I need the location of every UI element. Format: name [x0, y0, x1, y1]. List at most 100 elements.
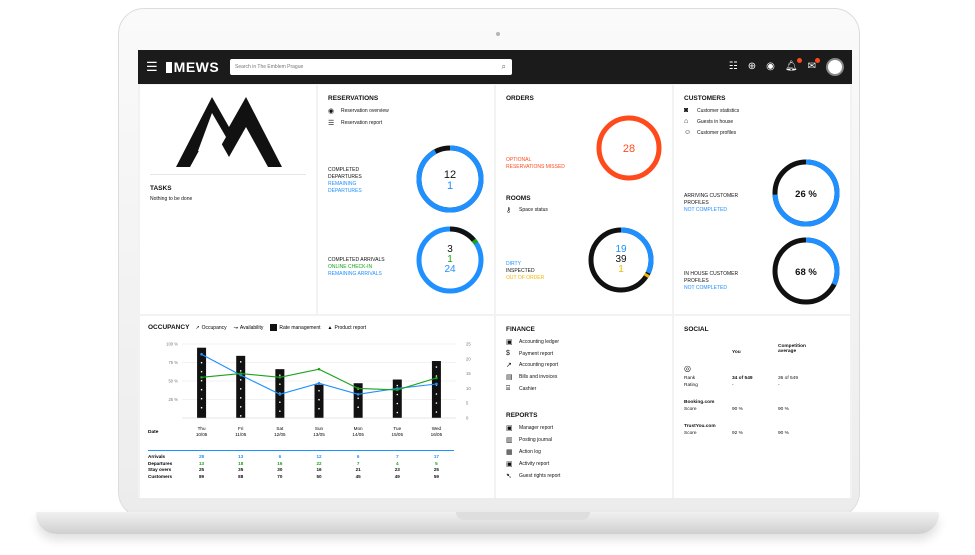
bar-dot	[239, 406, 242, 408]
rank-you: 34 of 549	[732, 376, 753, 381]
finance-title: FINANCE	[506, 326, 535, 333]
guests-in-house-link[interactable]: ⌂ Guests in house	[684, 118, 739, 125]
date-column: Wed 16/05	[423, 426, 449, 438]
online-checkin-label: ONLINE CHECK-IN	[328, 264, 373, 270]
customer-statistics-link[interactable]: ◙ Customer statistics	[684, 107, 739, 114]
accounting-report-link[interactable]: ↗ Accounting report	[506, 361, 559, 369]
notification-badge	[796, 58, 802, 63]
right-tick-label: 5	[466, 401, 469, 406]
date-value: 11/05	[235, 432, 247, 437]
date-column: Tue 15/05	[384, 426, 410, 438]
search-input[interactable]: Search in The Emblem Prague ⌕	[230, 59, 512, 75]
completed-departures-label: COMPLETED DEPARTURES	[328, 167, 362, 180]
table-cell: 25	[199, 467, 205, 472]
rank-label: Rank	[684, 376, 696, 381]
top-bar: ☰ MEWS Search in The Emblem Prague ⌕ ☷ ⊕…	[138, 50, 852, 84]
list-icon[interactable]: ☷	[729, 59, 738, 75]
link-label: Reservation report	[341, 120, 383, 126]
bar-dot	[279, 383, 281, 385]
table-cell: 7	[356, 460, 360, 466]
eye-icon[interactable]: ◉	[766, 59, 775, 75]
inhouse-profiles-label: IN HOUSE CUSTOMER PROFILES	[684, 271, 739, 284]
date-column: Sat 12/05	[267, 426, 293, 438]
manager-report-link[interactable]: ▣ Manager report	[506, 424, 560, 432]
arriving-profiles-label: ARRIVING CUSTOMER PROFILES	[684, 193, 739, 206]
activity-report-link[interactable]: ▣ Activity report	[506, 460, 560, 468]
customers-title: CUSTOMERS	[684, 95, 726, 102]
bar-dot	[435, 393, 438, 395]
line-point	[435, 376, 438, 380]
payment-report-link[interactable]: $ Payment report	[506, 350, 559, 357]
dollar-icon: $	[506, 350, 510, 357]
accounting-ledger-link[interactable]: ▣ Accounting ledger	[506, 338, 559, 346]
customer-profiles-link[interactable]: ☺ Customer profiles	[684, 129, 739, 136]
reservation-overview-link[interactable]: ◉ Reservation overview	[328, 107, 389, 115]
message-icon[interactable]: ✉	[808, 58, 820, 75]
table-cell: 21	[355, 467, 361, 472]
table-cell: 12	[316, 454, 322, 459]
bar-dot	[396, 411, 399, 414]
tripadvisor-icon: ◎	[684, 364, 691, 373]
date-column: Fri 11/05	[228, 426, 254, 438]
date-value: 10/05	[195, 432, 208, 437]
tab-occupancy[interactable]: ↗ Occupancy	[195, 325, 226, 331]
bar-dot	[239, 397, 242, 399]
posting-journal-link[interactable]: ▥ Posting journal	[506, 436, 560, 444]
y-tick-label: 100 %	[166, 342, 178, 347]
app-screen: ☰ MEWS Search in The Emblem Prague ⌕ ☷ ⊕…	[138, 50, 852, 498]
reservations-missed-label: RESERVATIONS MISSED	[506, 164, 565, 170]
table-cell: 59	[433, 473, 439, 479]
guest-rights-report-link[interactable]: ➷ Guest rights report	[506, 472, 560, 480]
arriving-value: 26 %	[795, 189, 817, 200]
ledger-icon: ▣	[506, 339, 513, 346]
bar-dot	[200, 397, 203, 400]
table-cell: 6	[356, 454, 360, 459]
logo-text: MEWS	[173, 59, 220, 75]
space-status-link[interactable]: ⚷ Space status	[506, 206, 548, 214]
cashier-link[interactable]: ⌸ Cashier	[506, 385, 559, 393]
availability-icon: ↝	[233, 324, 238, 331]
table-cell: 4	[396, 460, 399, 466]
bar-dot	[357, 406, 359, 409]
table-cell: 16	[316, 467, 322, 472]
reservations-panel: RESERVATIONS ◉ Reservation overview ☰ Rese…	[318, 85, 494, 314]
list-icon: ☰	[328, 120, 335, 127]
table-cell: 30	[277, 467, 283, 472]
tab-product-report[interactable]: ▲ Product report	[328, 325, 367, 331]
action-log-link[interactable]: ▦ Action log	[506, 448, 560, 456]
link-label: Reservation overview	[341, 108, 389, 114]
bar-dot	[239, 388, 242, 390]
right-tick-label: 25	[466, 342, 471, 347]
add-icon[interactable]: ⊕	[748, 59, 756, 75]
table-cell: 35	[238, 467, 244, 472]
divider	[150, 174, 306, 175]
reservation-report-link[interactable]: ☰ Reservation report	[328, 119, 389, 127]
social-panel: SOCIAL You Competition average ◎ Rank 34…	[674, 316, 850, 498]
avatar[interactable]	[826, 58, 844, 76]
row-label: Customers	[148, 473, 172, 479]
right-tick-label: 10	[466, 386, 471, 391]
rooms-donut: 19 39 1	[588, 227, 654, 293]
table-cell: 5	[435, 460, 438, 466]
app-logo[interactable]: MEWS	[165, 59, 220, 75]
trustyou-title: TrustYou.com	[684, 424, 716, 429]
link-label: Posting journal	[519, 437, 553, 443]
bar-dot	[239, 361, 242, 363]
bills-invoices-link[interactable]: ▤ Bills and invoices	[506, 373, 559, 381]
link-label: Customer statistics	[697, 107, 740, 114]
tab-availability[interactable]: ↝ Availability	[234, 325, 264, 331]
line-point	[200, 376, 203, 379]
search-icon[interactable]: ⌕	[502, 62, 506, 72]
row-label: Departures	[148, 460, 173, 466]
link-label: Manager report	[519, 425, 554, 431]
orders-value: 28	[623, 143, 635, 155]
remaining-arrivals-label: REMAINING ARRIVALS	[328, 271, 382, 277]
notification-icon[interactable]: 🔔︎	[785, 58, 802, 75]
y-tick-label: 25 %	[168, 397, 178, 402]
right-tick-label: 15	[466, 371, 471, 376]
tab-rate-management[interactable]: Rate management	[270, 324, 321, 331]
menu-icon[interactable]: ☰	[146, 59, 158, 75]
arrivals-remaining-value: 24	[444, 264, 456, 275]
laptop-mockup: ☰ MEWS Search in The Emblem Prague ⌕ ☷ ⊕…	[0, 0, 975, 555]
trend-icon: ↗	[506, 362, 512, 369]
